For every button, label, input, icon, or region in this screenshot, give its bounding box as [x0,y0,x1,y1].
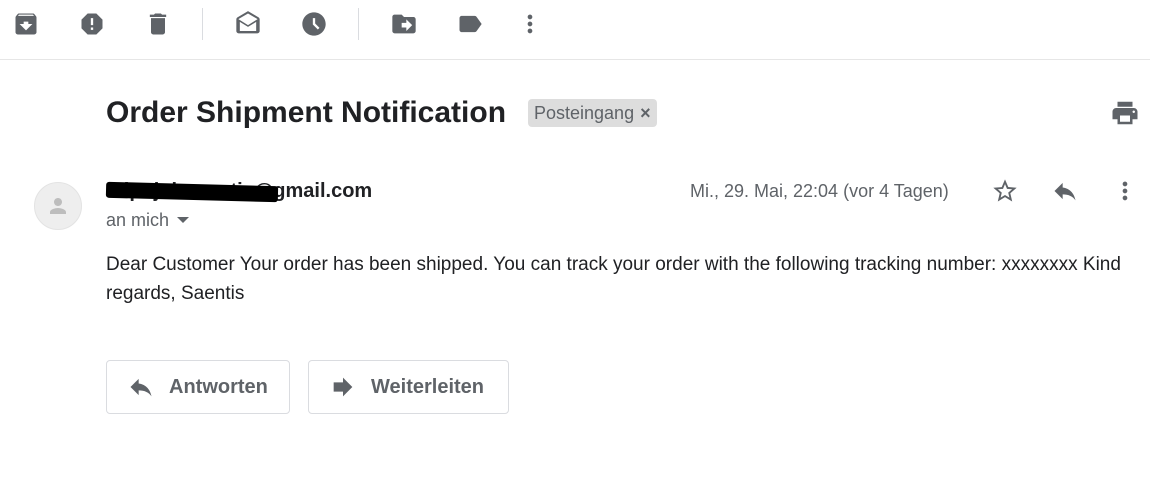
forward-button[interactable]: Weiterleiten [308,360,509,414]
label-chip-text: Posteingang [534,102,635,123]
person-icon [50,198,66,214]
star-icon[interactable] [989,175,1021,207]
more-options-icon[interactable] [1109,175,1141,207]
archive-icon[interactable] [8,8,44,40]
reply-arrow-icon [130,378,152,397]
chevron-down-icon [177,217,190,223]
recipient-toggle[interactable]: an mich [106,209,190,231]
email-body: Dear Customer Your order has been shippe… [106,254,1121,304]
avatar[interactable] [34,182,82,230]
email-subject: Order Shipment Notification [106,96,507,129]
report-spam-icon[interactable] [74,8,110,40]
reply-icon[interactable] [1049,175,1081,207]
move-to-icon[interactable] [386,8,422,40]
label-icon[interactable] [452,8,488,40]
more-vert-icon[interactable] [512,8,548,40]
toolbar-divider [202,8,203,40]
toolbar-divider [358,8,359,40]
print-icon[interactable] [1108,96,1142,130]
inbox-label-chip[interactable]: Posteingang × [528,99,657,127]
mark-unread-icon[interactable] [230,8,266,40]
recipient-text: an mich [106,210,170,230]
forward-arrow-icon [333,377,353,397]
email-date: Mi., 29. Mai, 22:04 (vor 4 Tagen) [690,181,949,201]
delete-icon[interactable] [140,8,176,40]
reply-button[interactable]: Antworten [106,360,290,414]
remove-label-icon[interactable]: × [640,103,651,124]
toolbar [0,0,1150,60]
reply-button-label: Antworten [169,375,268,398]
snooze-icon[interactable] [296,8,332,40]
forward-button-label: Weiterleiten [371,375,484,398]
